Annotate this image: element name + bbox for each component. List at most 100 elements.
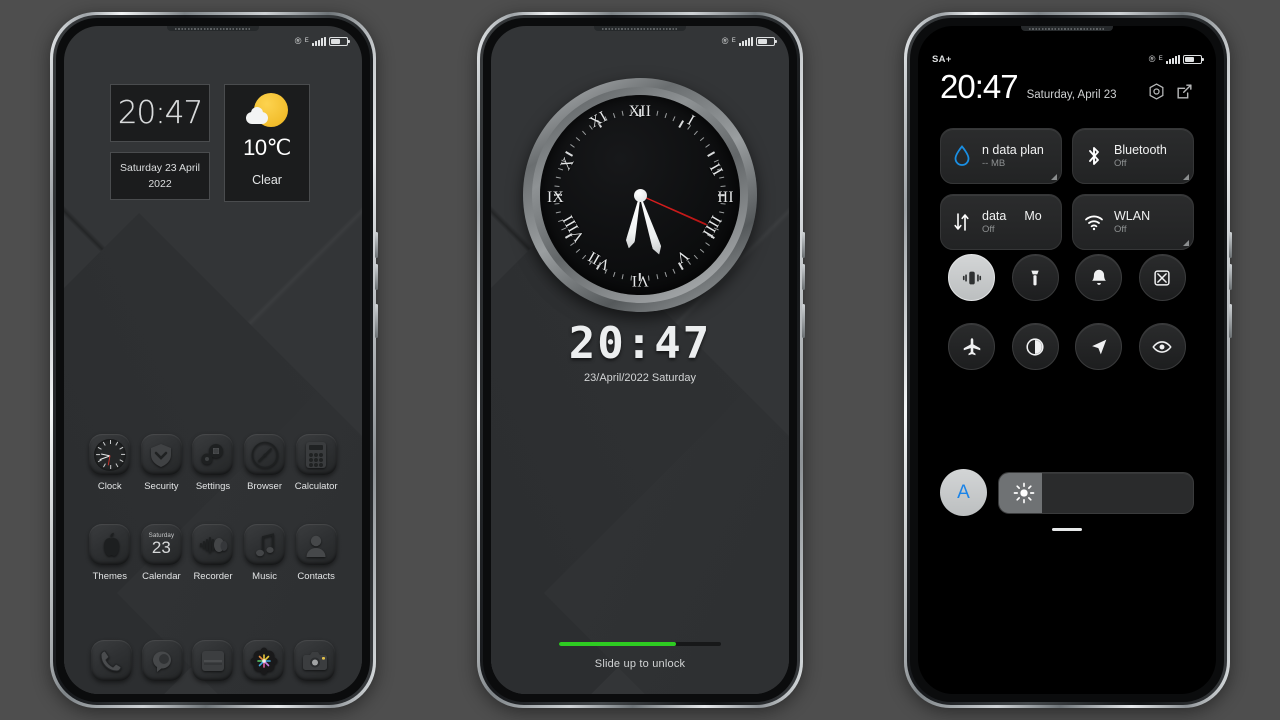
screenshot-stage: ® E 20:47 Saturday 23 April 2022 10℃ Cle…	[0, 0, 1280, 720]
app-label: Contacts	[297, 571, 335, 582]
toggle-screenshot[interactable]	[1138, 254, 1186, 301]
app-label: Calculator	[294, 481, 338, 492]
lock-screen[interactable]: ® E XII I II III IIII V VI VII VIII IX X…	[491, 26, 789, 694]
person-icon	[295, 524, 337, 565]
app-label: Security	[144, 481, 179, 492]
power-button[interactable]	[1229, 304, 1232, 338]
volume-up-button[interactable]	[1229, 232, 1232, 258]
volume-down-button[interactable]	[802, 264, 805, 290]
tile-wlan[interactable]: WLAN Off	[1072, 194, 1194, 250]
power-button[interactable]	[375, 304, 378, 338]
tile-title-overflow: Mo	[1024, 209, 1042, 223]
phone-handset-icon	[90, 640, 132, 681]
cloud-icon	[246, 107, 268, 124]
tile-expand-corner[interactable]	[1183, 240, 1189, 246]
tile-bluetooth[interactable]: Bluetooth Off	[1072, 128, 1194, 184]
numeral-xii: XII	[628, 103, 652, 120]
volume-down-button[interactable]	[1229, 264, 1232, 290]
clock-widget-time: 20:47	[117, 95, 204, 131]
power-button[interactable]	[802, 304, 805, 338]
tile-expand-corner[interactable]	[1051, 174, 1057, 180]
header-time: 20:47	[940, 68, 1019, 105]
network-type-label: E	[304, 38, 309, 44]
location-arrow-icon	[1091, 339, 1107, 354]
tile-subtitle: Off	[982, 224, 995, 235]
unlock-hint: Slide up to unlock	[594, 658, 686, 670]
brightness-sun-icon	[1013, 482, 1035, 503]
app-security[interactable]: Security	[136, 434, 188, 492]
dock	[64, 640, 362, 681]
app-label: Settings	[195, 481, 231, 492]
dock-phone[interactable]	[86, 640, 137, 681]
drag-handle[interactable]	[1052, 528, 1082, 531]
volume-up-button[interactable]	[802, 232, 805, 258]
gallery-flower-icon	[243, 640, 285, 681]
tile-mobile-data[interactable]: data Off Mo	[940, 194, 1062, 250]
numeral-x: X	[557, 154, 578, 174]
home-screen[interactable]: ® E 20:47 Saturday 23 April 2022 10℃ Cle…	[64, 26, 362, 694]
clock-widget[interactable]: 20:47	[110, 84, 210, 142]
date-widget-line2: 2022	[148, 178, 172, 190]
analog-clock-widget[interactable]: XII I II III IIII V VI VII VIII IX X XI	[491, 78, 789, 312]
tile-subtitle: -- MB	[982, 158, 1006, 169]
digital-clock-block: 20:47 23/April/2022 Saturday	[491, 318, 789, 384]
eye-icon	[1152, 340, 1172, 353]
tile-subtitle: Off	[1114, 224, 1127, 235]
clock-date-widget-column: 20:47 Saturday 23 April 2022	[110, 84, 210, 202]
airplane-icon	[963, 337, 980, 355]
numeral-i: I	[684, 111, 698, 130]
app-label: Calendar	[142, 571, 181, 582]
battery-icon	[1183, 54, 1204, 64]
app-calculator[interactable]: Calculator	[290, 434, 342, 492]
clock-icon	[89, 434, 131, 475]
app-contacts[interactable]: Contacts	[290, 524, 342, 582]
dock-messages[interactable]	[137, 640, 188, 681]
unlock-progress-bar[interactable]	[559, 642, 721, 646]
waveform-icon	[192, 524, 234, 565]
battery-icon	[756, 36, 777, 46]
app-music[interactable]: Music	[239, 524, 291, 582]
control-center-screen[interactable]: SA+ ® E 20:47 Saturday, April 23 n data …	[918, 26, 1216, 694]
calendar-day: 23	[151, 538, 171, 557]
minute-hand	[636, 194, 664, 256]
toggle-dark-mode[interactable]	[1011, 323, 1059, 370]
signal-bars-icon	[1166, 54, 1180, 64]
toggle-airplane-mode[interactable]	[948, 323, 996, 370]
apple-themes-icon	[89, 524, 131, 565]
unlock-area[interactable]: Slide up to unlock	[491, 642, 789, 670]
toggle-ring[interactable]	[1075, 254, 1123, 301]
dock-gallery[interactable]	[238, 640, 289, 681]
phone-bezel: ® E 20:47 Saturday 23 April 2022 10℃ Cle…	[56, 18, 370, 702]
dock-camera[interactable]	[289, 640, 340, 681]
dock-notes[interactable]	[188, 640, 239, 681]
tile-expand-corner[interactable]	[1183, 174, 1189, 180]
tile-subtitle: Off	[1114, 158, 1127, 169]
gear-icon[interactable]	[1147, 82, 1166, 101]
app-calendar[interactable]: Saturday 23 Calendar	[136, 524, 188, 582]
brightness-slider[interactable]	[998, 471, 1194, 514]
message-bubble-icon	[141, 640, 183, 681]
sun-behind-cloud-icon	[244, 93, 290, 133]
app-clock[interactable]: Clock	[84, 434, 136, 492]
edit-pencil-icon[interactable]	[1175, 82, 1194, 101]
date-widget-line1: Saturday 23 April	[120, 162, 200, 174]
numeral-viii: VIII	[559, 211, 589, 245]
quick-settings-tiles: n data plan -- MB Bluetooth Off data Off…	[918, 128, 1216, 250]
tile-data-plan[interactable]: n data plan -- MB	[940, 128, 1062, 184]
auto-brightness-button[interactable]: A	[940, 469, 987, 516]
volume-down-button[interactable]	[375, 264, 378, 290]
toggle-location[interactable]	[1075, 323, 1123, 370]
app-browser[interactable]: Browser	[239, 434, 291, 492]
date-widget[interactable]: Saturday 23 April 2022	[110, 152, 210, 200]
app-settings[interactable]: Settings	[187, 434, 239, 492]
tile-text: data Off Mo	[982, 209, 1042, 235]
volume-up-button[interactable]	[375, 232, 378, 258]
analog-clock-bezel: XII I II III IIII V VI VII VIII IX X XI	[523, 78, 757, 312]
status-bar: ® E	[491, 26, 789, 56]
toggle-flashlight[interactable]	[1011, 254, 1059, 301]
app-themes[interactable]: Themes	[84, 524, 136, 582]
weather-widget[interactable]: 10℃ Clear	[224, 84, 310, 202]
app-recorder[interactable]: Recorder	[187, 524, 239, 582]
toggle-eye-comfort[interactable]	[1138, 323, 1186, 370]
toggle-vibrate[interactable]	[948, 254, 996, 301]
